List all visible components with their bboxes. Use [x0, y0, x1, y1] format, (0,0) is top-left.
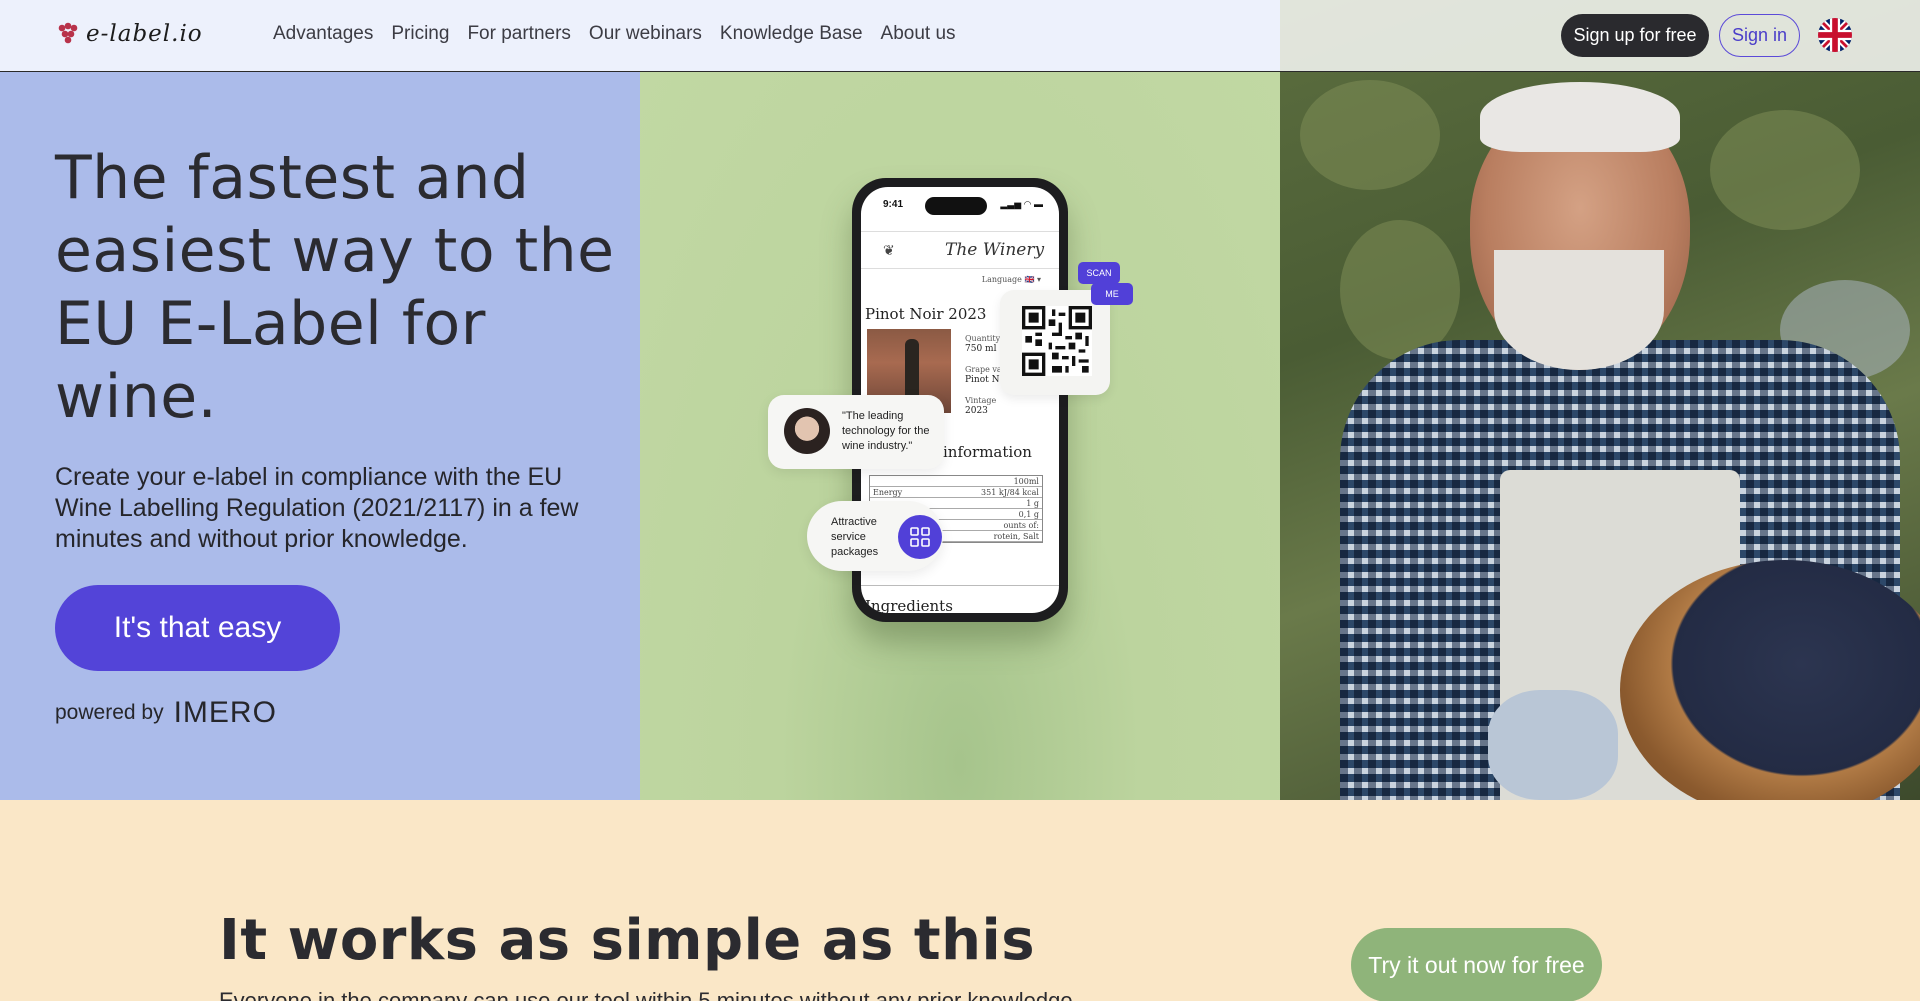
white-beard [1494, 250, 1664, 370]
ingredients-heading: Ingredients [865, 597, 953, 613]
winery-name: The Winery [945, 240, 1045, 260]
hero-subtitle: Create your e-label in compliance with t… [55, 463, 579, 553]
testimonial-text: "The leading technology for the wine ind… [842, 410, 930, 452]
phone-notch [925, 197, 987, 215]
powered-by-label: powered by [55, 701, 164, 724]
grapes-icon: ❦ [883, 242, 895, 258]
signup-button[interactable]: Sign up for free [1561, 14, 1709, 57]
service-packages-card: Attractive service packages [807, 501, 943, 571]
nav-about-us[interactable]: About us [881, 23, 956, 45]
logo-text: e-label.io [86, 21, 203, 47]
logo[interactable]: e-label.io [56, 20, 203, 48]
language-label: Language [981, 275, 1022, 284]
section-title: It works as simple as this [219, 908, 1036, 973]
winemaker-photo [1280, 0, 1920, 800]
nav-pricing[interactable]: Pricing [391, 23, 449, 45]
section-subtitle: Everyone in the company can use our tool… [219, 988, 1079, 1001]
hero-cta-button[interactable]: It's that easy [55, 585, 340, 671]
work-glove [1488, 690, 1618, 800]
nav-for-partners[interactable]: For partners [467, 23, 570, 45]
table-row: 100ml [870, 476, 1042, 487]
nav-webinars[interactable]: Our webinars [589, 23, 702, 45]
how-it-works-section: It works as simple as this Everyone in t… [0, 800, 1920, 1001]
qr-code-icon [1022, 306, 1092, 376]
grapes-icon [58, 22, 78, 44]
vine-leaf [1340, 220, 1460, 360]
phone-time: 9:41 [883, 199, 904, 210]
me-badge: ME [1091, 283, 1133, 305]
product-name: Pinot Noir 2023 [865, 305, 987, 323]
imero-logo[interactable]: IMERO [174, 696, 277, 730]
testimonial-card: "The leading technology for the wine ind… [768, 395, 944, 469]
phone-app-header: ❦ The Winery [861, 231, 1059, 269]
vine-leaf [1710, 110, 1860, 230]
scan-badge: SCAN [1078, 262, 1120, 284]
phone-status-icons: ▂▃▅ ◠ ▬ [1000, 199, 1043, 209]
language-selector: Language 🇬🇧 ▾ [982, 275, 1041, 284]
site-header: e-label.io Advantages Pricing For partne… [0, 0, 1920, 72]
info-heading: information [943, 443, 1032, 461]
signin-button[interactable]: Sign in [1719, 14, 1800, 57]
language-flag: 🇬🇧 ▾ [1024, 275, 1041, 284]
powered-by: powered by IMERO [55, 696, 277, 730]
divider [861, 585, 1059, 586]
avatar [784, 408, 830, 454]
grid-icon [898, 515, 942, 559]
uk-flag-icon[interactable] [1818, 18, 1852, 52]
service-packages-text: Attractive service packages [831, 516, 879, 558]
nav-advantages[interactable]: Advantages [273, 23, 373, 45]
nav-knowledge-base[interactable]: Knowledge Base [720, 23, 863, 45]
vine-leaf [1300, 80, 1440, 190]
hero-title: The fastest and easiest way to the EU E-… [55, 143, 615, 432]
main-nav: Advantages Pricing For partners Our webi… [273, 23, 956, 45]
qr-code-card [1000, 290, 1110, 395]
white-hair [1480, 82, 1680, 152]
table-row: Energy 351 kJ/84 kcal [870, 487, 1042, 498]
meta-value: 2023 [965, 406, 988, 416]
meta-label: Quantity [965, 334, 1001, 343]
try-free-button[interactable]: Try it out now for free [1351, 928, 1602, 1001]
meta-label: Vintage [965, 396, 997, 405]
